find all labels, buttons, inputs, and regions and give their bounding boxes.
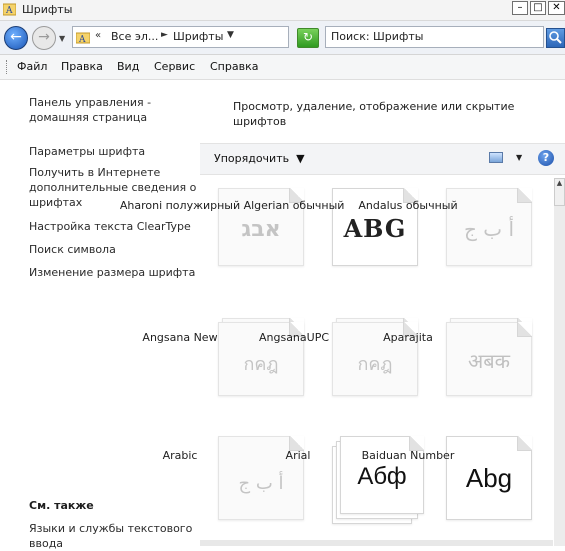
menu-grip: [6, 60, 9, 74]
font-sample: กคฎ: [243, 354, 279, 375]
recent-pages-dropdown[interactable]: ▼: [59, 34, 65, 43]
main-content: Просмотр, удаление, отображение или скры…: [120, 80, 565, 546]
fonts-folder-icon: A: [76, 32, 90, 44]
link-text-services[interactable]: Языки и службы текстового ввода: [29, 521, 199, 551]
font-name-label[interactable]: Aparajita: [338, 330, 478, 345]
magnifier-icon[interactable]: [546, 28, 565, 48]
maximize-button[interactable]: □: [530, 1, 546, 15]
chevron-down-icon[interactable]: ▼: [227, 30, 234, 40]
see-also-heading: См. также: [29, 499, 94, 512]
menu-help[interactable]: Справка: [210, 60, 258, 73]
title-bar: A Шрифты – □ ✕: [0, 0, 565, 21]
font-name-label[interactable]: Baiduan Number: [338, 448, 478, 463]
help-icon[interactable]: ?: [538, 150, 554, 166]
font-sample: अबक: [467, 349, 511, 373]
menu-file[interactable]: Файл: [17, 60, 47, 73]
close-button[interactable]: ✕: [548, 1, 565, 15]
font-name-label[interactable]: Andalus обычный: [338, 198, 478, 213]
change-view-icon[interactable]: [489, 152, 503, 163]
font-sample: أ ب ج: [463, 217, 514, 241]
link-cleartype-tuner[interactable]: Настройка текста ClearType: [29, 219, 199, 234]
organize-button[interactable]: Упорядочить ▼: [214, 152, 305, 165]
chevron-right-icon[interactable]: ►: [161, 30, 168, 40]
svg-text:A: A: [78, 35, 86, 44]
font-sample: أ ب ج: [238, 473, 284, 494]
link-font-settings[interactable]: Параметры шрифта: [29, 144, 199, 159]
menu-view[interactable]: Вид: [117, 60, 139, 73]
left-task-pane: Панель управления - домашняя страница Па…: [0, 80, 200, 550]
search-input[interactable]: Поиск: Шрифты: [325, 26, 544, 48]
menu-edit[interactable]: Правка: [61, 60, 103, 73]
back-arrow-icon[interactable]: ←: [4, 26, 28, 50]
font-sample: ABG: [343, 214, 407, 243]
minimize-button[interactable]: –: [512, 1, 528, 15]
page-description: Просмотр, удаление, отображение или скры…: [233, 100, 515, 128]
address-toolbar: ← → ▼ A « Все эл... ► Шрифты ▼ ↻ Поиск: …: [0, 21, 565, 55]
view-options-dropdown[interactable]: ▼: [516, 153, 522, 162]
breadcrumb-item-all-items[interactable]: Все эл...: [111, 30, 158, 43]
font-sample: אבג: [241, 217, 281, 242]
link-change-font-size[interactable]: Изменение размера шрифта: [29, 265, 199, 280]
organize-label: Упорядочить: [214, 152, 290, 165]
breadcrumb-item-fonts[interactable]: Шрифты: [173, 30, 223, 43]
link-control-panel-home[interactable]: Панель управления - домашняя страница: [29, 95, 199, 125]
font-sample: Абф: [357, 463, 407, 490]
breadcrumb-overflow-icon[interactable]: «: [95, 30, 101, 41]
font-sample: Abg: [465, 463, 513, 493]
forward-arrow-icon[interactable]: →: [32, 26, 56, 50]
link-find-character[interactable]: Поиск символа: [29, 242, 199, 257]
window-title: Шрифты: [22, 3, 73, 16]
horizontal-scrollbar[interactable]: [200, 540, 553, 546]
svg-text:A: A: [5, 6, 13, 16]
menu-bar: Файл Правка Вид Сервис Справка: [0, 55, 565, 80]
refresh-icon[interactable]: ↻: [297, 28, 319, 48]
menu-tools[interactable]: Сервис: [154, 60, 195, 73]
fonts-folder-icon: A: [3, 3, 16, 16]
scrollbar-up-arrow[interactable]: ▲: [554, 178, 565, 206]
font-sample: กคฎ: [357, 354, 393, 375]
command-bar: Упорядочить ▼ ▼ ?: [200, 143, 565, 175]
vertical-scrollbar[interactable]: [554, 206, 565, 546]
breadcrumb[interactable]: A « Все эл... ► Шрифты ▼: [72, 26, 289, 48]
search-placeholder: Поиск: Шрифты: [331, 30, 424, 43]
